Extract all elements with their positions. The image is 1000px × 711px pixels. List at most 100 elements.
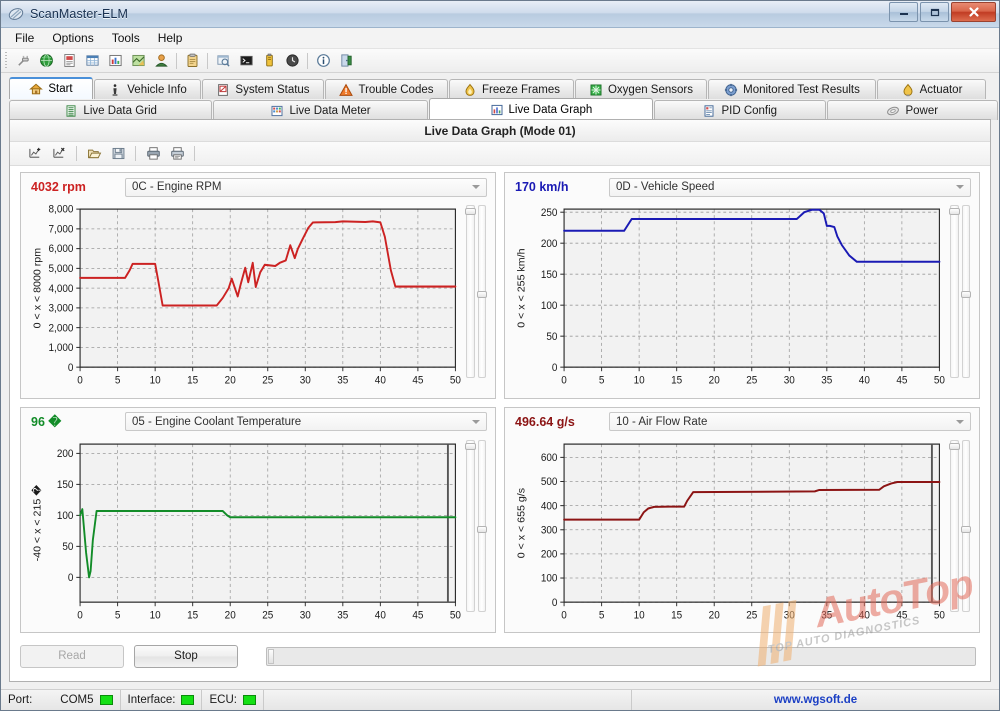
menu-tools[interactable]: Tools	[103, 29, 149, 48]
plot-area[interactable]: 0 50 100 150 200 0 5 10 15 20 25 30 35 40 45 50 -40 < x …	[27, 436, 463, 629]
vertical-scale-slider[interactable]	[465, 439, 476, 612]
print-icon[interactable]	[142, 144, 164, 164]
vertical-scale-slider[interactable]	[465, 205, 476, 378]
slider-thumb[interactable]	[476, 525, 487, 533]
vertical-offset-slider[interactable]	[960, 439, 971, 612]
exit-icon[interactable]	[335, 50, 357, 71]
time-scroll-bar[interactable]	[266, 646, 976, 666]
tab-freeze-frames[interactable]: Freeze Frames	[449, 79, 574, 99]
slider-thumb[interactable]	[949, 442, 960, 450]
open-file-icon[interactable]	[83, 144, 105, 164]
menu-bar: File Options Tools Help	[1, 28, 999, 49]
application-window: ScanMaster-ELM File Options Tools Help S…	[0, 0, 1000, 711]
scroll-thumb[interactable]	[268, 648, 274, 664]
tab-oxygen-sensors[interactable]: Oxygen Sensors	[575, 79, 707, 99]
tab-monitored-test-results[interactable]: Monitored Test Results	[708, 79, 876, 99]
vertical-scale-slider[interactable]	[949, 439, 960, 612]
menu-help[interactable]: Help	[149, 29, 192, 48]
svg-text:35: 35	[337, 610, 348, 621]
print-preview-icon[interactable]	[166, 144, 188, 164]
pid-select[interactable]: 10 - Air Flow Rate	[609, 412, 971, 431]
svg-text:5: 5	[115, 610, 121, 621]
info-icon[interactable]	[312, 50, 334, 71]
toolbar-grip[interactable]	[4, 51, 9, 70]
svg-text:200: 200	[541, 239, 558, 250]
close-button[interactable]	[951, 2, 996, 22]
graph-sliders	[947, 201, 973, 394]
chart-icon[interactable]	[104, 50, 126, 71]
slider-thumb[interactable]	[949, 208, 960, 215]
window-controls	[889, 2, 996, 22]
svg-text:5: 5	[599, 610, 605, 621]
minimize-button[interactable]	[889, 2, 918, 22]
website-link[interactable]: www.wgsoft.de	[632, 694, 999, 706]
svg-text:30: 30	[784, 610, 795, 621]
grid-icon[interactable]	[81, 50, 103, 71]
svg-text:-40 < x < 215 �: -40 < x < 215 �	[31, 484, 44, 561]
vertical-offset-slider[interactable]	[476, 439, 487, 612]
tab-actuator[interactable]: Actuator	[877, 79, 986, 99]
svg-text:2,000: 2,000	[49, 323, 74, 334]
menu-options[interactable]: Options	[43, 29, 102, 48]
interface-label: Interface:	[127, 694, 176, 706]
report-icon[interactable]	[58, 50, 80, 71]
svg-text:7,000: 7,000	[49, 224, 74, 235]
slider-thumb[interactable]	[960, 525, 971, 533]
map-icon[interactable]	[127, 50, 149, 71]
battery-icon[interactable]	[258, 50, 280, 71]
graph-card-engine-rpm: 4032 rpm 0C - Engine RPM 0 1,000 2,000 3,00…	[20, 172, 496, 399]
add-graph-icon[interactable]	[24, 144, 46, 164]
pid-label: 05 - Engine Coolant Temperature	[132, 415, 302, 428]
pid-select[interactable]: 05 - Engine Coolant Temperature	[125, 412, 487, 431]
graph-header: 496.64 g/s 10 - Air Flow Rate	[505, 408, 979, 436]
tab-start[interactable]: Start	[9, 77, 93, 99]
svg-text:150: 150	[57, 479, 74, 490]
graph-card-coolant-temperature: 96 � 05 - Engine Coolant Temperature 0 50…	[20, 406, 496, 633]
clock-icon[interactable]	[281, 50, 303, 71]
tab-label: Vehicle Info	[127, 83, 187, 96]
connect-icon[interactable]	[12, 50, 34, 71]
window-title: ScanMaster-ELM	[30, 7, 128, 21]
vertical-scale-slider[interactable]	[949, 205, 960, 378]
tab-power[interactable]: Power	[826, 100, 998, 120]
slider-thumb[interactable]	[465, 442, 476, 450]
window-icon[interactable]	[212, 50, 234, 71]
terminal-icon[interactable]	[235, 50, 257, 71]
plot-area[interactable]: 0 50 100 150 200 250 0 5 10 15 20 25 30 35 40 45 50 0 < x…	[511, 201, 947, 394]
clipboard-icon[interactable]	[181, 50, 203, 71]
svg-text:45: 45	[412, 610, 423, 621]
panel-toolbar-separator	[135, 146, 136, 161]
tab-pid-config[interactable]: PID Config	[654, 100, 826, 120]
tab-live-data-grid[interactable]: Live Data Grid	[9, 100, 213, 120]
vertical-offset-slider[interactable]	[960, 205, 971, 378]
tab-live-data-meter[interactable]: Live Data Meter	[213, 100, 428, 120]
svg-text:40: 40	[375, 610, 386, 621]
title-bar: ScanMaster-ELM	[1, 1, 999, 28]
pid-select[interactable]: 0D - Vehicle Speed	[609, 177, 971, 197]
plot-area[interactable]: 0 1,000 2,000 3,000 4,000 5,000 6,000 7,000 8,00…	[27, 201, 463, 394]
tab-live-data-graph[interactable]: Live Data Graph	[428, 98, 654, 120]
remove-graph-icon[interactable]	[48, 144, 70, 164]
read-button[interactable]: Read	[20, 644, 124, 668]
tab-trouble-codes[interactable]: Trouble Codes	[325, 79, 448, 99]
maximize-button[interactable]	[920, 2, 949, 22]
save-file-icon[interactable]	[107, 144, 129, 164]
tab-system-status[interactable]: System Status	[202, 79, 324, 99]
user-icon[interactable]	[150, 50, 172, 71]
graph-sliders	[947, 436, 973, 629]
svg-text:25: 25	[746, 375, 757, 386]
pid-label: 0D - Vehicle Speed	[616, 181, 715, 193]
stop-button[interactable]: Stop	[134, 644, 238, 668]
slider-thumb[interactable]	[465, 208, 476, 215]
menu-file[interactable]: File	[6, 29, 43, 48]
slider-thumb[interactable]	[476, 291, 487, 299]
status-interface: Interface:	[121, 690, 203, 710]
plot-area[interactable]: 0 100 200 300 400 500 600 0 5 10 15 20 25 30 35 40 45 50 0…	[511, 436, 947, 629]
graph-controls: Read Stop	[20, 639, 980, 673]
slider-thumb[interactable]	[960, 291, 971, 299]
pid-select[interactable]: 0C - Engine RPM	[125, 177, 487, 197]
primary-tab-bar: Start Vehicle Info System Status Trouble…	[1, 77, 999, 99]
tab-vehicle-info[interactable]: Vehicle Info	[94, 79, 201, 99]
globe-icon[interactable]	[35, 50, 57, 71]
vertical-offset-slider[interactable]	[476, 205, 487, 378]
